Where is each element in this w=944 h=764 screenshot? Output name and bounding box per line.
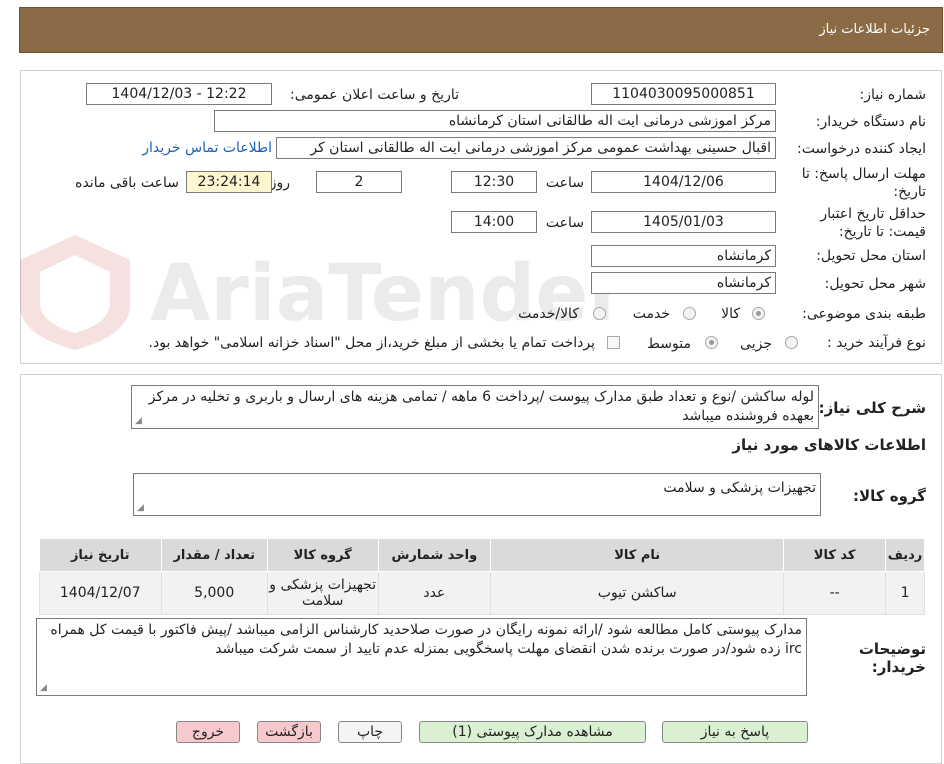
col-header-group: گروه کالا [266,538,379,572]
process-option-medium: متوسط [647,336,691,352]
resize-grip-icon[interactable]: ◢ [137,504,144,513]
deadline-date-field: 1404/12/06 [591,171,776,193]
buyer-notes-label-1: توضیحات [858,640,926,658]
col-header-row-number: ردیف [885,538,925,572]
deadline-label-2: تاریخ: [893,184,926,200]
treasury-payment-note: پرداخت تمام یا بخشی از مبلغ خرید،از محل … [148,335,595,351]
cell-quantity: 5,000 [160,571,268,615]
reply-button[interactable]: پاسخ به نیاز [662,721,808,743]
goods-group-value: تجهیزات پزشکی و سلامت [663,480,816,496]
buyer-org-field: مرکز اموزشی درمانی ایت اله طالقانی استان… [214,110,776,132]
category-radio-service[interactable] [683,307,696,320]
process-radio-medium[interactable] [705,336,718,349]
remaining-label: ساعت باقی مانده [75,175,179,191]
category-option-goods-service: کالا/خدمت [518,306,579,322]
items-table: ردیف کد کالا نام کالا واحد شمارش گروه کا… [39,538,925,615]
description-textarea: لوله ساکشن /نوع و تعداد طبق مدارک پیوست … [131,385,819,429]
validity-time-field: 14:00 [451,211,537,233]
validity-label-2: قیمت: تا تاریخ: [838,224,926,240]
announce-label: تاریخ و ساعت اعلان عمومی: [290,87,459,103]
validity-time-label: ساعت [545,215,584,231]
city-label: شهر محل تحویل: [824,276,926,292]
resize-grip-icon[interactable]: ◢ [40,684,47,693]
cell-need-date: 1404/12/07 [39,571,162,615]
resize-grip-icon[interactable]: ◢ [135,417,142,426]
need-number-field: 1104030095000851 [591,83,776,105]
cell-unit: عدد [377,571,492,615]
remaining-days-field: 2 [316,171,402,193]
validity-date-field: 1405/01/03 [591,211,776,233]
deadline-time-field: 12:30 [451,171,537,193]
announce-field: 1404/12/03 - 12:22 [86,83,272,105]
category-radio-goods-service[interactable] [593,307,606,320]
requester-field: اقبال حسینی بهداشت عمومی مرکز اموزشی درم… [276,137,776,159]
process-label: نوع فرآیند خرید : [827,335,926,351]
province-label: استان محل تحویل: [816,248,926,264]
description-text: لوله ساکشن /نوع و تعداد طبق مدارک پیوست … [148,389,814,424]
goods-group-field: تجهیزات پزشکی و سلامت ◢ [133,473,821,516]
cell-group: تجهیزات پزشکی و سلامت [266,571,379,615]
buyer-notes-textarea: مدارک پیوستی کامل مطالعه شود /ارائه نمون… [36,618,807,696]
buyer-notes-text: مدارک پیوستی کامل مطالعه شود /ارائه نمون… [50,622,802,657]
table-header-row: ردیف کد کالا نام کالا واحد شمارش گروه کا… [39,538,925,572]
watermark-text: AriaTender.neT [150,249,620,339]
category-label: طبقه بندی موضوعی: [802,306,926,322]
table-row[interactable]: 1 -- ساکشن تیوب عدد تجهیزات پزشکی و سلام… [39,571,925,615]
process-radio-minor[interactable] [785,336,798,349]
need-number-label: شماره نیاز: [859,87,927,103]
page-header: جزئیات اطلاعات نیاز [19,7,943,53]
cell-item-code: -- [783,571,887,615]
deadline-label-1: مهلت ارسال پاسخ: تا [801,166,926,182]
requester-label: ایجاد کننده درخواست: [797,141,926,157]
print-button[interactable]: چاپ [338,721,402,743]
cell-item-name: ساکشن تیوب [490,571,785,615]
category-radio-goods[interactable] [752,307,765,320]
exit-button[interactable]: خروج [176,721,240,743]
col-header-unit: واحد شمارش [377,538,492,572]
page-title: جزئیات اطلاعات نیاز [819,22,930,37]
deadline-time-label: ساعت [545,175,584,191]
category-option-goods: کالا [721,306,740,322]
category-option-service: خدمت [632,306,670,322]
col-header-need-date: تاریخ نیاز [39,538,162,572]
validity-label-1: حداقل تاریخ اعتبار [820,206,926,222]
city-field: کرمانشاه [591,272,776,294]
goods-group-label: گروه کالا: [853,487,926,505]
province-field: کرمانشاه [591,245,776,267]
view-attachments-button[interactable]: مشاهده مدارک پیوستی (1) [419,721,646,743]
col-header-quantity: تعداد / مقدار [160,538,268,572]
col-header-item-name: نام کالا [490,538,785,572]
description-label: شرح کلی نیاز: [818,399,926,417]
buyer-notes-label-2: خریدار: [871,658,926,676]
back-button[interactable]: بازگشت [257,721,321,743]
buyer-org-label: نام دستگاه خریدار: [815,114,926,130]
treasury-payment-checkbox[interactable] [607,336,620,349]
col-header-item-code: کد کالا [783,538,887,572]
process-option-minor: جزیی [740,336,772,352]
cell-row-number: 1 [885,571,925,615]
goods-section-title: اطلاعات کالاهای مورد نیاز [732,436,926,454]
buyer-contact-link[interactable]: اطلاعات تماس خریدار [142,140,272,156]
remaining-time-field: 23:24:14 [186,171,272,193]
